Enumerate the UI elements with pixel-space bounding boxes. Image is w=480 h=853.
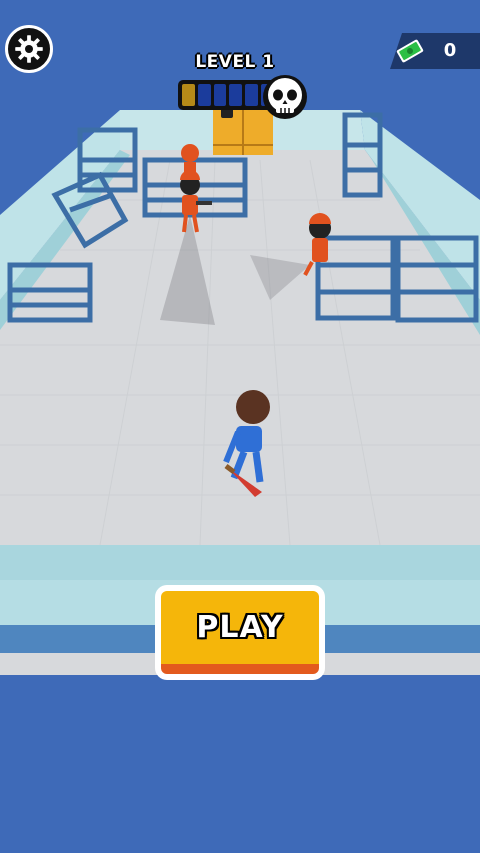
money-value: 0 xyxy=(443,40,457,61)
level-label: LEVEL 1 xyxy=(195,52,275,72)
cash-icon xyxy=(396,39,424,63)
progress-segment xyxy=(229,84,243,106)
play-button-face: PLAY xyxy=(161,591,319,674)
play-button-label: PLAY xyxy=(196,610,284,645)
progress-segment xyxy=(182,84,195,106)
skull-icon xyxy=(263,75,307,119)
gear-icon xyxy=(15,35,43,63)
game-scene xyxy=(0,101,480,675)
play-button[interactable]: PLAY xyxy=(155,585,325,680)
progress-segment xyxy=(213,84,227,106)
front-wall xyxy=(0,545,480,580)
progress-segment xyxy=(245,84,259,106)
settings-button[interactable] xyxy=(5,25,53,73)
progress-segment xyxy=(197,84,211,106)
